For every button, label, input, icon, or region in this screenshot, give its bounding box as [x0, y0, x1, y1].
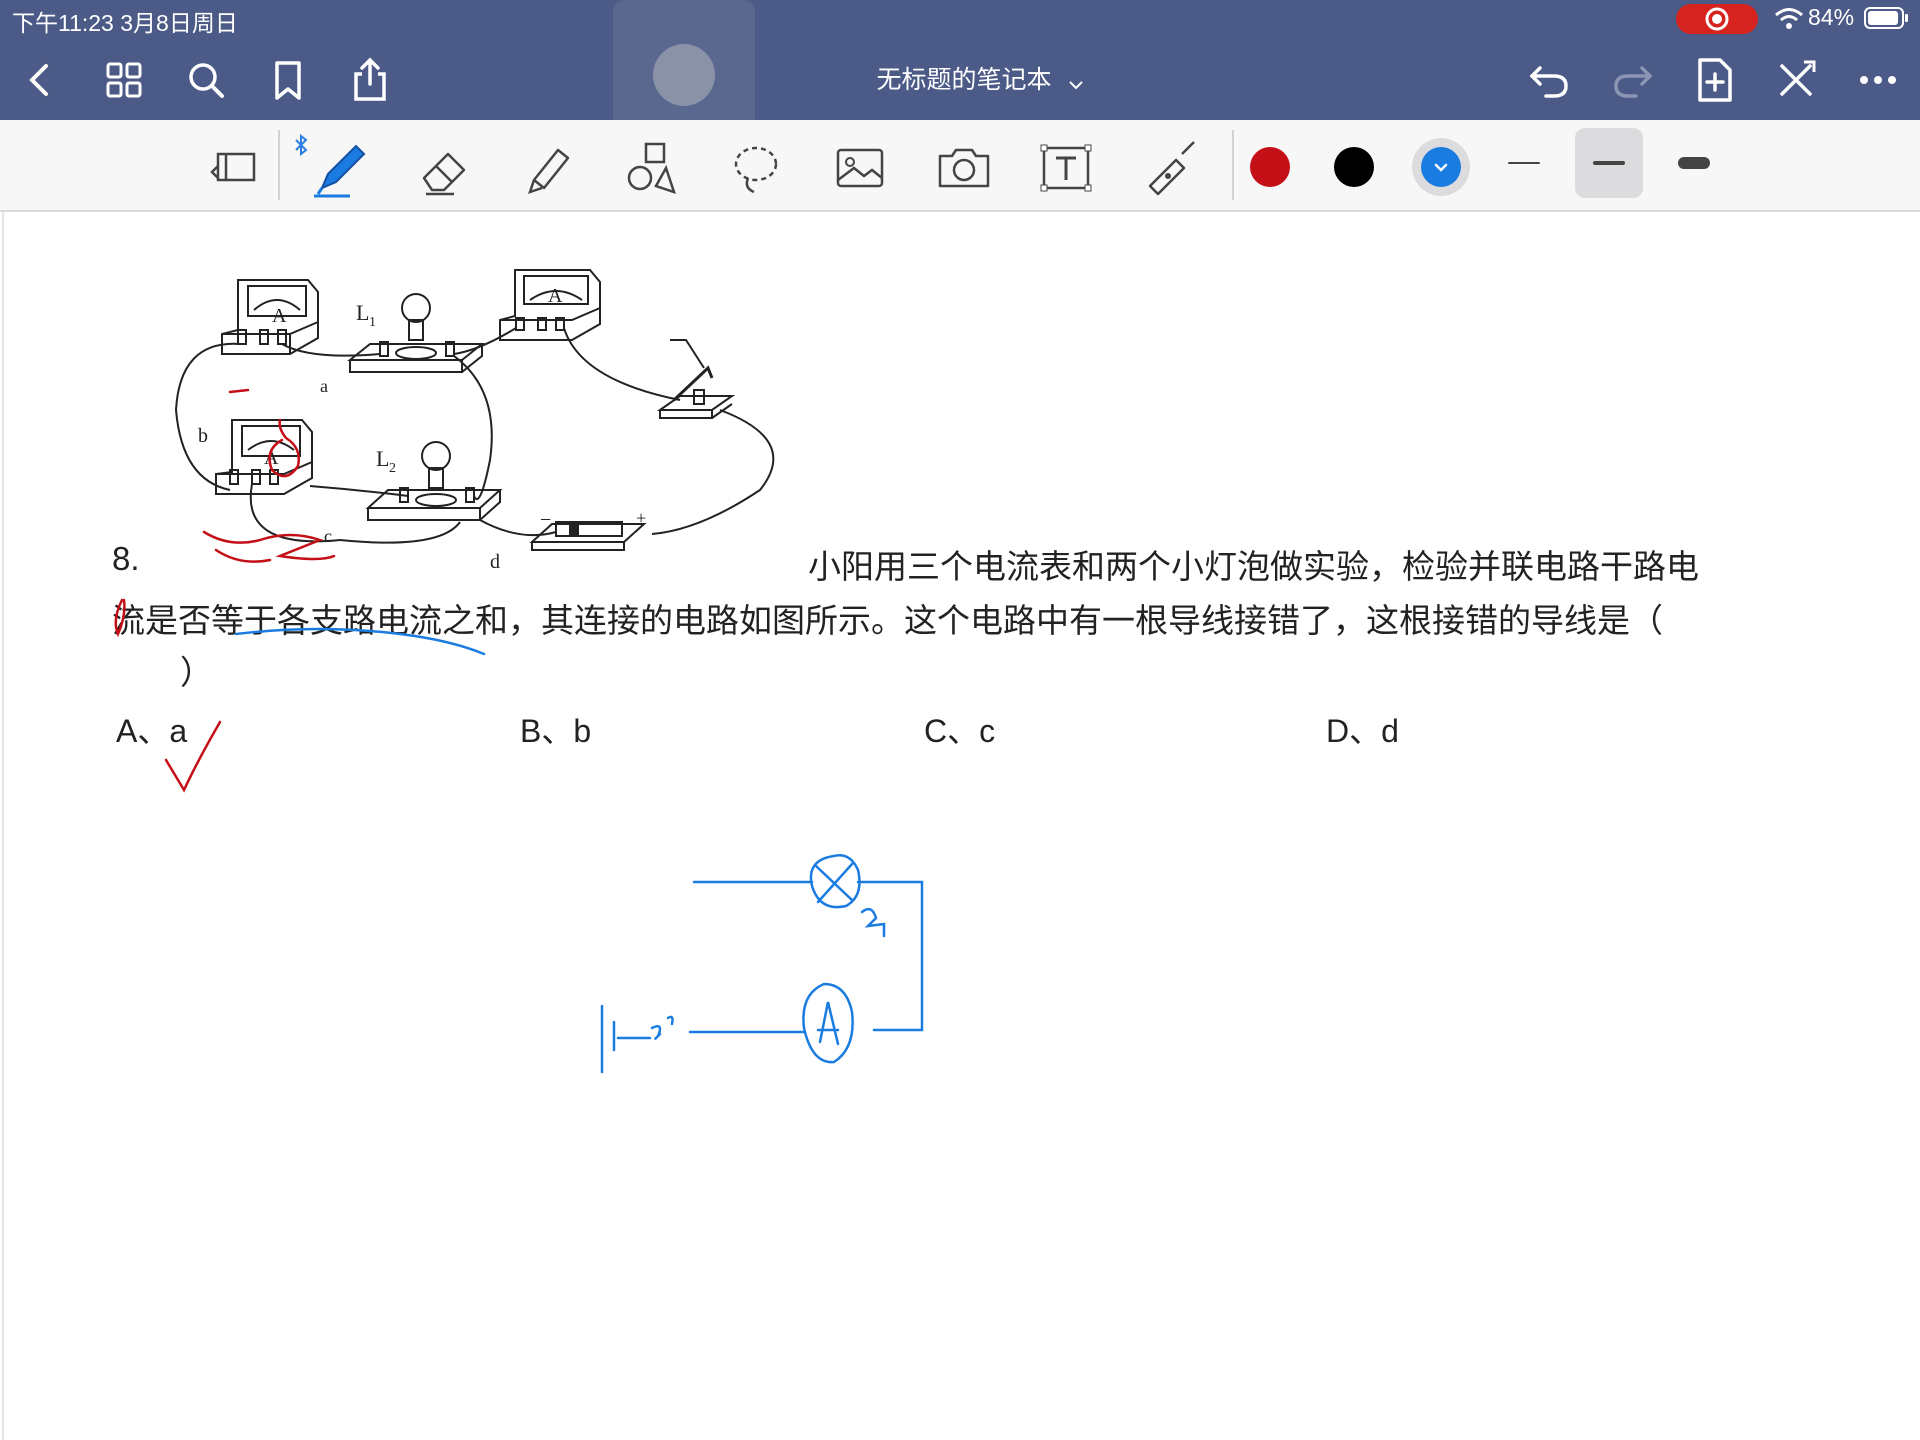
blue-bulb-symbol	[809, 854, 861, 909]
red-scribble-c2	[214, 548, 272, 563]
blue-label-2	[860, 907, 886, 938]
handwriting-layer	[114, 388, 924, 1074]
blue-battery-symbol	[600, 1004, 674, 1074]
red-circle-mark	[268, 418, 300, 478]
red-margin-mark	[114, 598, 126, 638]
red-dash	[228, 388, 250, 394]
blue-wire-right	[856, 880, 924, 1032]
blue-ammeter-symbol	[802, 982, 854, 1064]
blue-underline	[234, 627, 486, 656]
red-tick-mark	[164, 720, 222, 793]
